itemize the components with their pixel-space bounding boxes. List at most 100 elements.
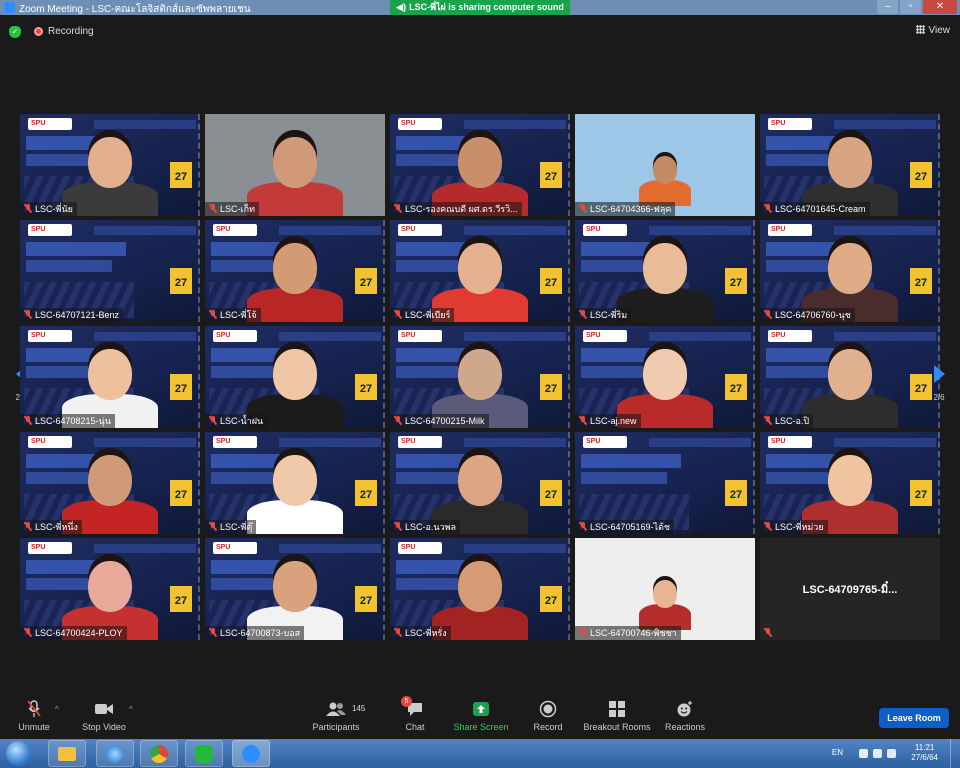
muted-mic-icon xyxy=(394,628,402,637)
muted-mic-icon xyxy=(764,522,772,531)
close-button[interactable]: ✕ xyxy=(923,0,957,14)
video-tile[interactable]: SPU 27 LSC-64701645-Cream xyxy=(760,114,940,216)
video-tile[interactable]: SPU 27 LSC-พี่เบียร์ xyxy=(390,220,570,322)
view-button[interactable]: View xyxy=(915,25,950,36)
unmute-label: Unmute xyxy=(18,722,50,732)
maximize-button[interactable]: ▫ xyxy=(900,0,921,14)
participant-name: LSC-พี่โจ้ xyxy=(220,310,257,320)
volume-icon[interactable] xyxy=(887,749,896,758)
chrome-icon[interactable] xyxy=(140,740,178,767)
participant-name-label: LSC-พี่โจ้ xyxy=(205,308,261,322)
video-tile[interactable]: SPU 27 LSC-รองคณบดี ผศ.ดร.วีรวิ... xyxy=(390,114,570,216)
slide-swirl xyxy=(178,114,200,216)
page-indicator-right: 2/6 xyxy=(933,393,945,402)
video-tile[interactable]: SPU 27 LSC-64705169-ได้ช xyxy=(575,432,755,534)
muted-mic-icon xyxy=(394,522,402,531)
slide-swirl xyxy=(178,326,200,428)
leave-room-button[interactable]: Leave Room xyxy=(879,708,949,728)
video-tile[interactable]: SPU 27 LSC-พี่ตุ๊ xyxy=(205,432,385,534)
video-camera-icon xyxy=(80,699,128,719)
video-tile[interactable]: SPU 27 LSC-น้ำฝน xyxy=(205,326,385,428)
participants-button[interactable]: 145 Participants xyxy=(310,699,365,732)
slide-swirl xyxy=(363,220,385,322)
video-tile[interactable]: LSC-เก็ท xyxy=(205,114,385,216)
video-tile[interactable]: LSC-64704366-ฟลุค xyxy=(575,114,755,216)
unmute-button[interactable]: Unmute xyxy=(14,699,54,732)
video-tile[interactable]: SPU 27 LSC-64707121-Benz xyxy=(20,220,200,322)
participant-name-center: LSC-64709765-มิ๋... xyxy=(760,538,940,640)
chat-unread-badge: 5 xyxy=(401,696,412,707)
video-tile[interactable]: SPU 27 LSC-อ.ปิ xyxy=(760,326,940,428)
video-tile[interactable]: SPU 27 LSC-พี่นัย xyxy=(20,114,200,216)
meeting-toolbar: Unmute ^ Stop Video ^ 145 Participants 5… xyxy=(0,693,960,739)
tray-expand-icon[interactable] xyxy=(859,749,868,758)
clock-date: 27/6/64 xyxy=(911,753,938,762)
participant-name: LSC-64705169-ได้ช xyxy=(590,522,671,532)
muted-mic-icon xyxy=(209,310,217,319)
video-options-caret[interactable]: ^ xyxy=(129,705,133,714)
audio-options-caret[interactable]: ^ xyxy=(55,705,59,714)
video-tile[interactable]: SPU 27 LSC-64700215-Milk xyxy=(390,326,570,428)
video-tile[interactable]: SPU 27 LSC-aj.new xyxy=(575,326,755,428)
title-bar: Zoom Meeting - LSC-คณะโลจิสติกส์และซัพพล… xyxy=(0,0,960,15)
minimize-button[interactable]: – xyxy=(877,0,898,14)
zoom-window: Zoom Meeting - LSC-คณะโลจิสติกส์และซัพพล… xyxy=(0,0,960,768)
stop-video-button[interactable]: Stop Video xyxy=(80,699,128,732)
reactions-button[interactable]: Reactions xyxy=(662,699,708,732)
sharing-sound-banner[interactable]: ◀) LSC-พี่ไผ่ is sharing computer sound xyxy=(390,0,570,15)
slide-swirl xyxy=(918,432,940,534)
encryption-shield-icon[interactable]: ✓ xyxy=(9,26,21,38)
slide-swirl xyxy=(548,538,570,640)
record-button[interactable]: Record xyxy=(528,699,568,732)
participant-name: LSC-พี่เบียร์ xyxy=(405,310,451,320)
muted-mic-icon xyxy=(764,416,772,425)
video-tile[interactable]: SPU 27 LSC-64706760-นุช xyxy=(760,220,940,322)
stop-video-label: Stop Video xyxy=(82,722,126,732)
video-tile[interactable]: LSC-64709765-มิ๋... xyxy=(760,538,940,640)
video-tile[interactable]: SPU 27 LSC-64700873-บอส xyxy=(205,538,385,640)
zoom-taskbar-icon[interactable] xyxy=(232,740,270,767)
participant-name-label: LSC-64700746-พิชชา xyxy=(575,626,681,640)
video-tile[interactable]: SPU 27 LSC-พี่หรั่ง xyxy=(390,538,570,640)
windows-taskbar: EN 11:21 27/6/64 xyxy=(0,739,960,768)
muted-mic-icon xyxy=(394,310,402,319)
video-tile[interactable]: SPU 27 LSC-64700424-PLOY xyxy=(20,538,200,640)
video-tile[interactable]: SPU 27 LSC-64708215-นุ่น xyxy=(20,326,200,428)
line-app-icon[interactable] xyxy=(185,740,223,767)
slide-swirl xyxy=(733,326,755,428)
clock[interactable]: 11:21 27/6/64 xyxy=(911,743,938,763)
sharing-sound-text: LSC-พี่ไผ่ is sharing computer sound xyxy=(409,2,564,12)
participant-name: LSC-น้ำฝน xyxy=(220,416,264,426)
show-desktop-button[interactable] xyxy=(950,739,960,768)
chat-button[interactable]: 5 Chat xyxy=(396,696,434,732)
record-icon xyxy=(528,699,568,719)
participant-name: LSC-พี่ตุ๊ xyxy=(220,522,253,532)
slide-subtitle-bar xyxy=(581,472,667,484)
video-tile[interactable]: SPU 27 LSC-พี่ริม xyxy=(575,220,755,322)
start-button-icon[interactable] xyxy=(6,741,31,766)
language-indicator[interactable]: EN xyxy=(832,748,843,757)
muted-mic-icon xyxy=(394,204,402,213)
video-tile[interactable]: LSC-64700746-พิชชา xyxy=(575,538,755,640)
participant-name-label: LSC-64706760-นุช xyxy=(760,308,855,322)
slide-swirl xyxy=(548,326,570,428)
share-screen-label: Share Screen xyxy=(453,722,509,732)
internet-explorer-icon[interactable] xyxy=(96,740,134,767)
participant-name: LSC-aj.new xyxy=(590,416,637,426)
participant-name-label: LSC-พี่เบียร์ xyxy=(390,308,455,322)
breakout-rooms-icon xyxy=(582,699,652,719)
video-tile[interactable]: SPU 27 LSC-อ.นวพล xyxy=(390,432,570,534)
breakout-rooms-button[interactable]: Breakout Rooms xyxy=(582,699,652,732)
video-tile[interactable]: SPU 27 LSC-พี่หนึ่ง xyxy=(20,432,200,534)
participant-name-label: LSC-พี่นัย xyxy=(20,202,77,216)
video-tile[interactable]: SPU 27 LSC-พี่หม่วย xyxy=(760,432,940,534)
slide-swirl xyxy=(733,432,755,534)
share-screen-button[interactable]: Share Screen xyxy=(452,699,510,732)
chat-label: Chat xyxy=(405,722,425,732)
recording-label: Recording xyxy=(48,26,94,37)
next-page-button[interactable]: 2/6 xyxy=(930,365,948,402)
file-explorer-icon[interactable] xyxy=(48,740,86,767)
network-icon[interactable] xyxy=(873,749,882,758)
participant-name-label: LSC-aj.new xyxy=(575,414,641,428)
video-tile[interactable]: SPU 27 LSC-พี่โจ้ xyxy=(205,220,385,322)
